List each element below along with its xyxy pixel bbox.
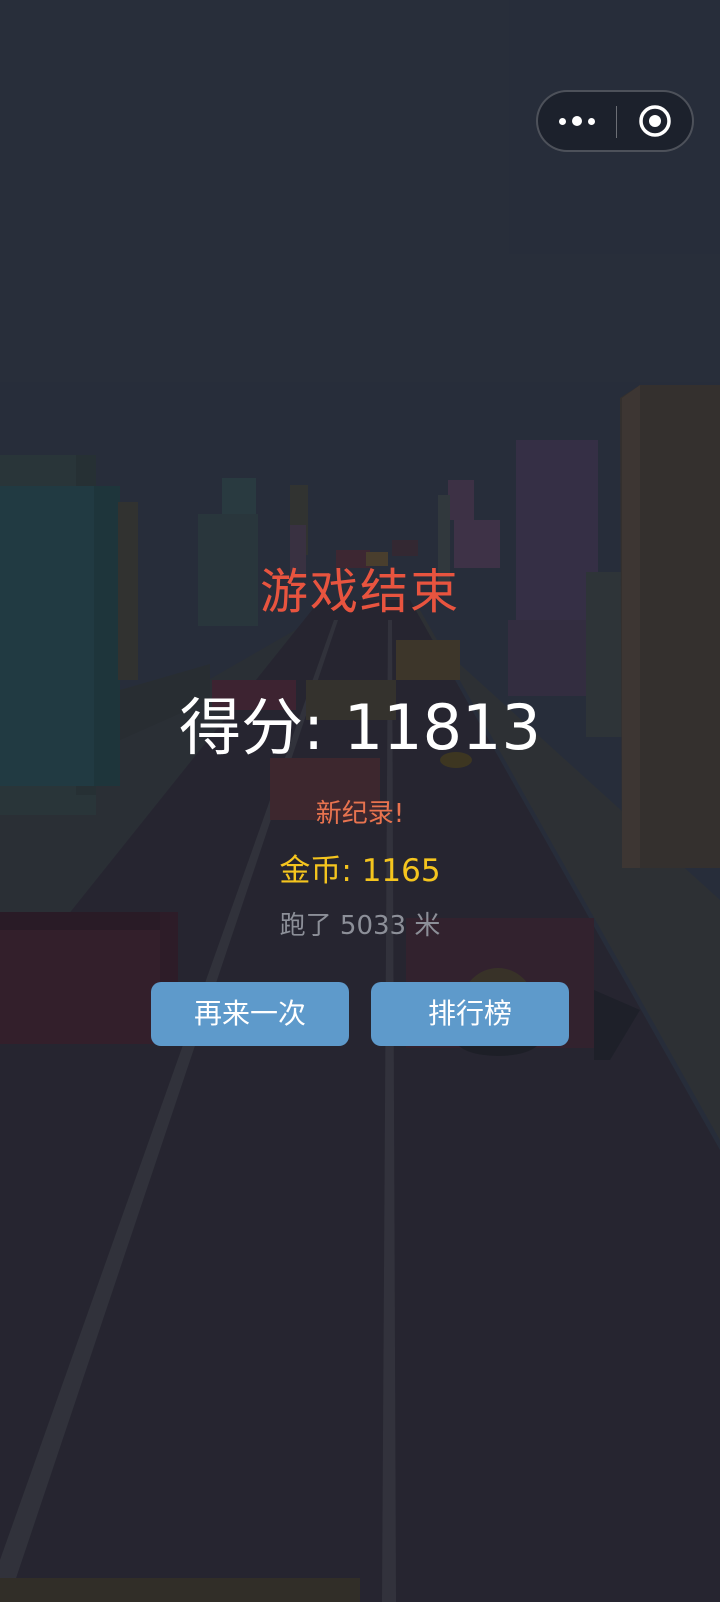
- distance-value: 5033: [339, 911, 407, 941]
- coins-label: 金币:: [279, 853, 352, 889]
- game-over-panel: 游戏结束 得分: 11813 新纪录! 金币: 1165 跑了 5033 米 再…: [0, 0, 720, 1602]
- game-over-title: 游戏结束: [259, 564, 460, 620]
- score-display: 得分: 11813: [0, 688, 720, 768]
- distance-display: 跑了 5033 米: [0, 908, 720, 944]
- new-record-badge: 新纪录!: [315, 799, 405, 829]
- coins-display: 金币: 1165: [0, 850, 720, 892]
- distance-prefix: 跑了: [279, 911, 332, 941]
- coins-value: 1165: [361, 853, 441, 889]
- score-value: 11813: [343, 691, 541, 764]
- distance-unit: 米: [414, 911, 441, 941]
- leaderboard-button[interactable]: 排行榜: [371, 982, 569, 1046]
- game-screen: 游戏结束 得分: 11813 新纪录! 金币: 1165 跑了 5033 米 再…: [0, 0, 720, 1602]
- score-label: 得分:: [179, 691, 324, 764]
- retry-button[interactable]: 再来一次: [151, 982, 349, 1046]
